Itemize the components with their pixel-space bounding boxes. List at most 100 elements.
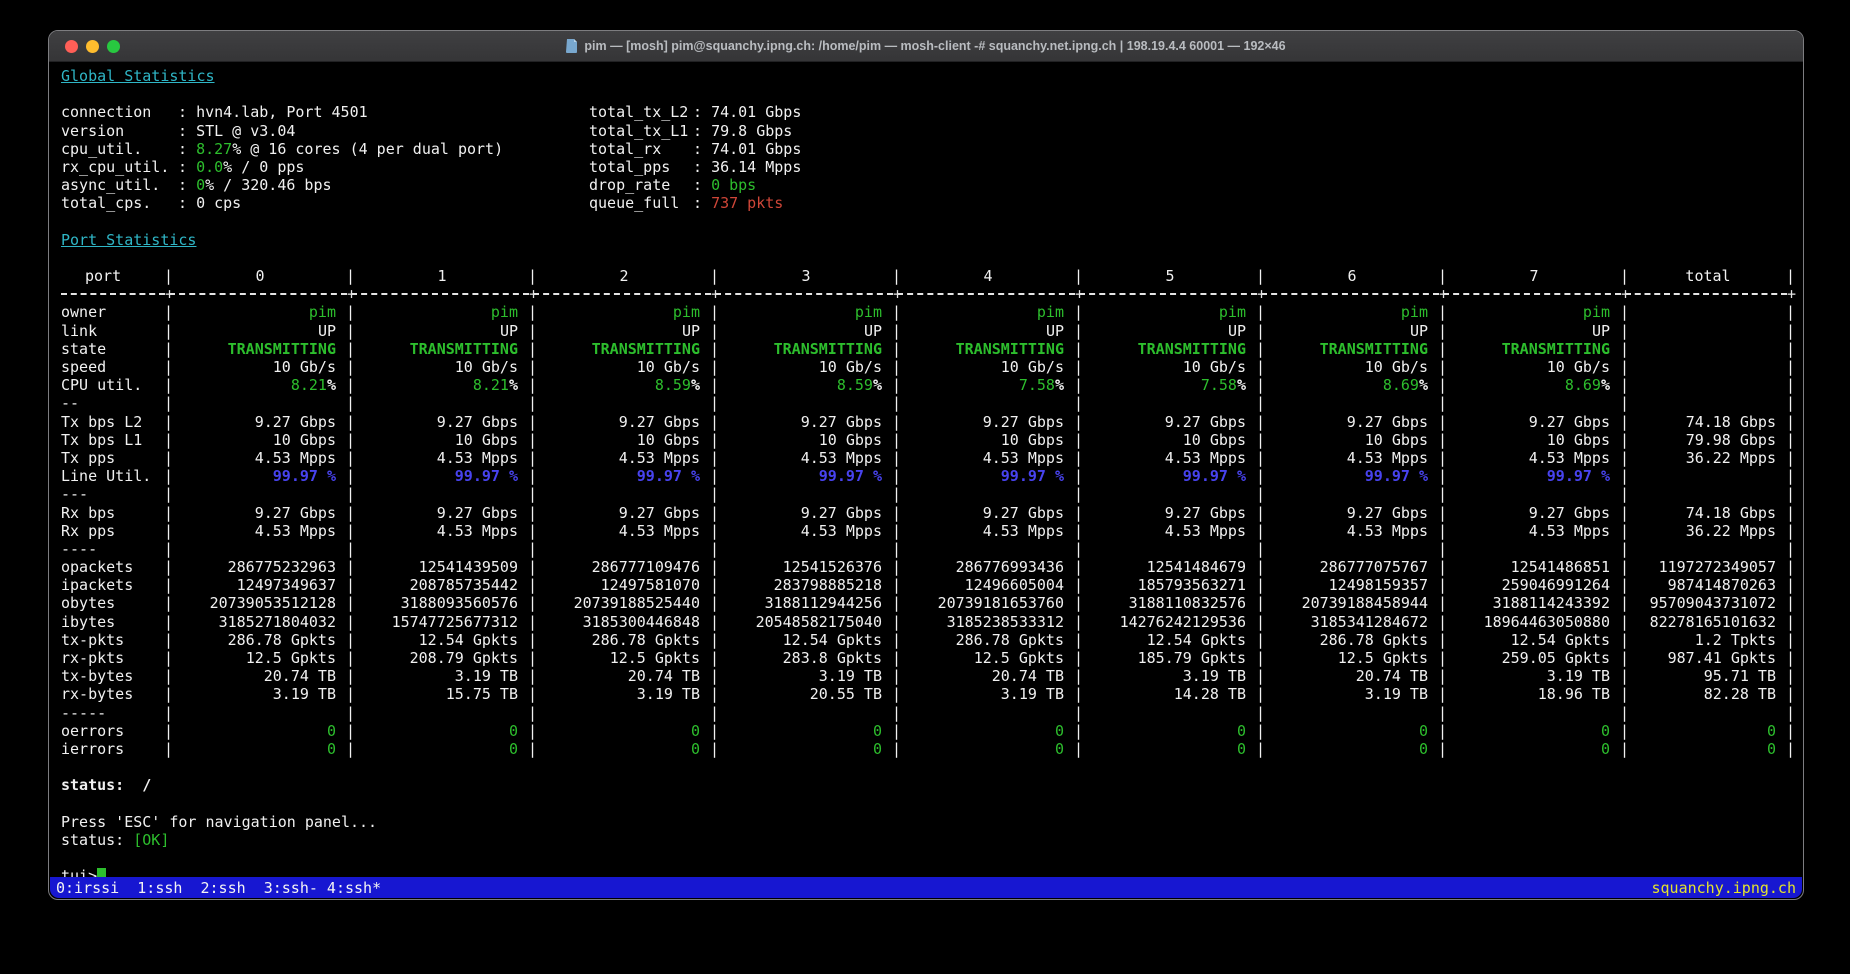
stat-colon: :: [693, 176, 711, 194]
table-cell: [897, 485, 1079, 503]
stat-value: 0.0: [196, 158, 223, 176]
close-button[interactable]: [65, 40, 78, 53]
table-cell: 20.74 TB: [169, 667, 351, 685]
table-cell: [1443, 485, 1625, 503]
table-cell: 0: [715, 722, 897, 740]
table-cell: 4.53 Mpps: [1079, 449, 1261, 467]
cell-value: 286.78 Gpkts: [956, 631, 1064, 649]
table-cell: [1079, 485, 1261, 503]
cell-value: 3.19 TB: [819, 667, 882, 685]
table-cell: tx-pkts: [61, 631, 169, 649]
separator-cell: [1261, 285, 1443, 303]
table-cell: 6: [1261, 267, 1443, 285]
cell-value: 3.19 TB: [1183, 667, 1246, 685]
cell-value: pim: [1401, 303, 1428, 321]
table-cell: 185793563271: [1079, 576, 1261, 594]
table-cell: [897, 394, 1079, 412]
cell-value: 12.54 Gpkts: [1511, 631, 1610, 649]
cell-value: 3.19 TB: [1547, 667, 1610, 685]
table-row: oerrors000000000: [61, 722, 1791, 740]
table-cell: 9.27 Gbps: [715, 504, 897, 522]
cell-value: -----: [61, 704, 106, 722]
stat-value: % / 0 pps: [223, 158, 304, 176]
table-row: -----: [61, 704, 1791, 722]
port-table-header: port01234567total: [61, 267, 1791, 285]
table-cell: [715, 540, 897, 558]
table-cell: 10 Gbps: [1261, 431, 1443, 449]
table-row: stateTRANSMITTINGTRANSMITTINGTRANSMITTIN…: [61, 340, 1791, 358]
cell-value: 10 Gb/s: [819, 358, 882, 376]
cell-value: TRANSMITTING: [410, 340, 518, 358]
table-cell: 286777075767: [1261, 558, 1443, 576]
table-row: rx-bytes3.19 TB15.75 TB3.19 TB20.55 TB3.…: [61, 685, 1791, 703]
cell-value: 0: [1767, 722, 1776, 740]
cell-value: 36.22 Mpps: [1686, 522, 1776, 540]
stat-colon: :: [178, 122, 196, 140]
cell-value: 12.5 Gpkts: [974, 649, 1064, 667]
stat-value: 0 cps: [196, 194, 241, 212]
cell-value: 0: [1419, 722, 1428, 740]
stat-value: 74.01 Gbps: [711, 140, 801, 158]
cell-value: port: [85, 267, 121, 285]
tmux-window-list: 0:irssi 1:ssh 2:ssh 3:ssh- 4:ssh*: [56, 879, 381, 897]
cell-value: 12541526376: [783, 558, 882, 576]
table-cell: state: [61, 340, 169, 358]
table-cell: 9.27 Gbps: [1261, 504, 1443, 522]
cell-value: 10 Gb/s: [1547, 358, 1610, 376]
cell-value: 12.54 Gpkts: [1147, 631, 1246, 649]
table-cell: 0: [169, 267, 351, 285]
cell-value: 20739188458944: [1302, 594, 1428, 612]
table-row: ---: [61, 485, 1791, 503]
cell-value: 12497349637: [237, 576, 336, 594]
cell-value: ---: [61, 485, 88, 503]
minimize-button[interactable]: [86, 40, 99, 53]
table-row: obytes2073905351212831880935605762073918…: [61, 594, 1791, 612]
stat-line: total_pps: 36.14 Mpps: [589, 158, 801, 176]
cell-value: 4.53 Mpps: [1529, 522, 1610, 540]
separator-cell: [897, 285, 1079, 303]
table-cell: Tx pps: [61, 449, 169, 467]
separator-cell: [715, 285, 897, 303]
cell-value: 4.53 Mpps: [619, 449, 700, 467]
table-cell: 0: [1625, 722, 1791, 740]
titlebar[interactable]: pim — [mosh] pim@squanchy.ipng.ch: /home…: [49, 31, 1803, 62]
cell-value: 20739188525440: [574, 594, 700, 612]
table-row: linkUPUPUPUPUPUPUPUP: [61, 322, 1791, 340]
cell-value: 8.69: [1383, 376, 1419, 394]
table-cell: 99.97 %: [533, 467, 715, 485]
cell-value: 10 Gbps: [1001, 431, 1064, 449]
cell-value: 0: [691, 740, 700, 758]
table-cell: 286777109476: [533, 558, 715, 576]
cell-value: 9.27 Gbps: [1529, 413, 1610, 431]
cell-value: 208.79 Gpkts: [410, 649, 518, 667]
table-cell: 7: [1443, 267, 1625, 285]
zoom-button[interactable]: [107, 40, 120, 53]
cell-value: oerrors: [61, 722, 124, 740]
cell-value: Tx pps: [61, 449, 115, 467]
table-cell: 9.27 Gbps: [1443, 504, 1625, 522]
table-cell: [533, 485, 715, 503]
cell-value: 95.71 TB: [1704, 667, 1776, 685]
cell-value: 1197272349057: [1659, 558, 1776, 576]
table-cell: 3.19 TB: [1079, 667, 1261, 685]
table-cell: CPU util.: [61, 376, 169, 394]
cell-value: UP: [1228, 322, 1246, 340]
cell-value: 0: [1419, 740, 1428, 758]
cell-value: 0: [691, 722, 700, 740]
cell-value: speed: [61, 358, 106, 376]
cell-value: opackets: [61, 558, 133, 576]
table-cell: 14276242129536: [1079, 613, 1261, 631]
press-esc-hint: Press 'ESC' for navigation panel...: [61, 813, 1791, 831]
cell-value: 10 Gbps: [637, 431, 700, 449]
cell-value: 15747725677312: [392, 613, 518, 631]
cell-value: 6: [1347, 267, 1356, 285]
stat-colon: :: [178, 176, 196, 194]
cell-value: TRANSMITTING: [592, 340, 700, 358]
cell-value: 286777075767: [1320, 558, 1428, 576]
tmux-hostname: squanchy.ipng.ch: [1652, 879, 1797, 897]
cell-value: 8.21: [473, 376, 509, 394]
table-cell: 20548582175040: [715, 613, 897, 631]
cell-value: --: [61, 394, 79, 412]
stat-colon: :: [693, 103, 711, 121]
terminal-screen[interactable]: Global Statistics connection: hvn4.lab, …: [49, 62, 1803, 899]
